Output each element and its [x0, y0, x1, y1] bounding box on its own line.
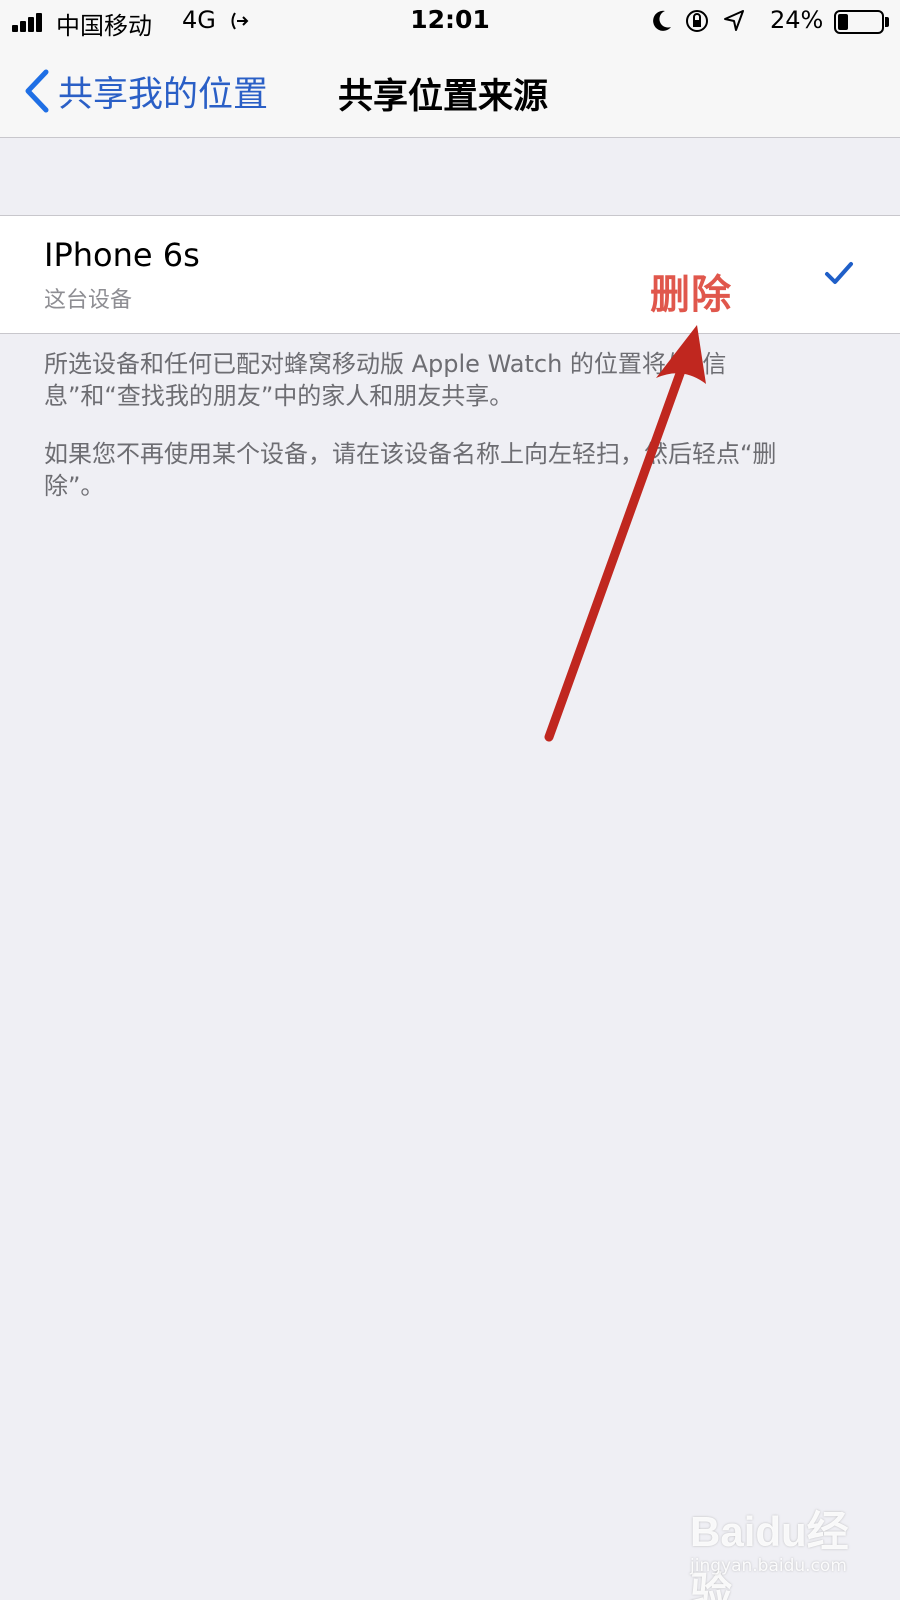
battery-percent: 24%: [770, 6, 824, 34]
footer-instructions: 如果您不再使用某个设备，请在该设备名称上向左轻扫，然后轻点“删除”。: [44, 440, 777, 500]
device-row[interactable]: IPhone 6s 这台设备: [0, 215, 900, 334]
watermark: Baidu经验 jingyan.baidu.com: [690, 1498, 890, 1600]
chevron-left-icon: [25, 69, 49, 113]
watermark-brand: Baidu经验: [690, 1508, 849, 1600]
footer-description: 所选设备和任何已配对蜂窝移动版 Apple Watch 的位置将与“信息”和“查…: [44, 350, 727, 410]
battery-level-fill: [838, 14, 848, 30]
arrow-shaft: [544, 363, 687, 742]
delete-annotation-label: 删除: [650, 272, 732, 318]
battery-icon: [834, 10, 884, 34]
rotation-lock-icon: [686, 10, 708, 32]
clock-time: 12:01: [410, 5, 490, 34]
do-not-disturb-moon-icon: [653, 10, 671, 31]
back-button-label: 共享我的位置: [58, 74, 269, 115]
watermark-url: jingyan.baidu.com: [690, 1556, 847, 1576]
device-subtitle: 这台设备: [44, 288, 133, 313]
checkmark-icon: [825, 262, 853, 284]
location-arrow-icon: [724, 10, 744, 31]
page-title: 共享位置来源: [338, 77, 549, 117]
device-name: IPhone 6s: [44, 236, 200, 274]
back-button[interactable]: 共享我的位置: [24, 66, 268, 116]
status-bar: 中国移动 4G 12:01 24%: [0, 0, 900, 44]
navigation-bar: 共享我的位置 共享位置来源: [0, 44, 900, 138]
battery-tip: [885, 17, 889, 27]
